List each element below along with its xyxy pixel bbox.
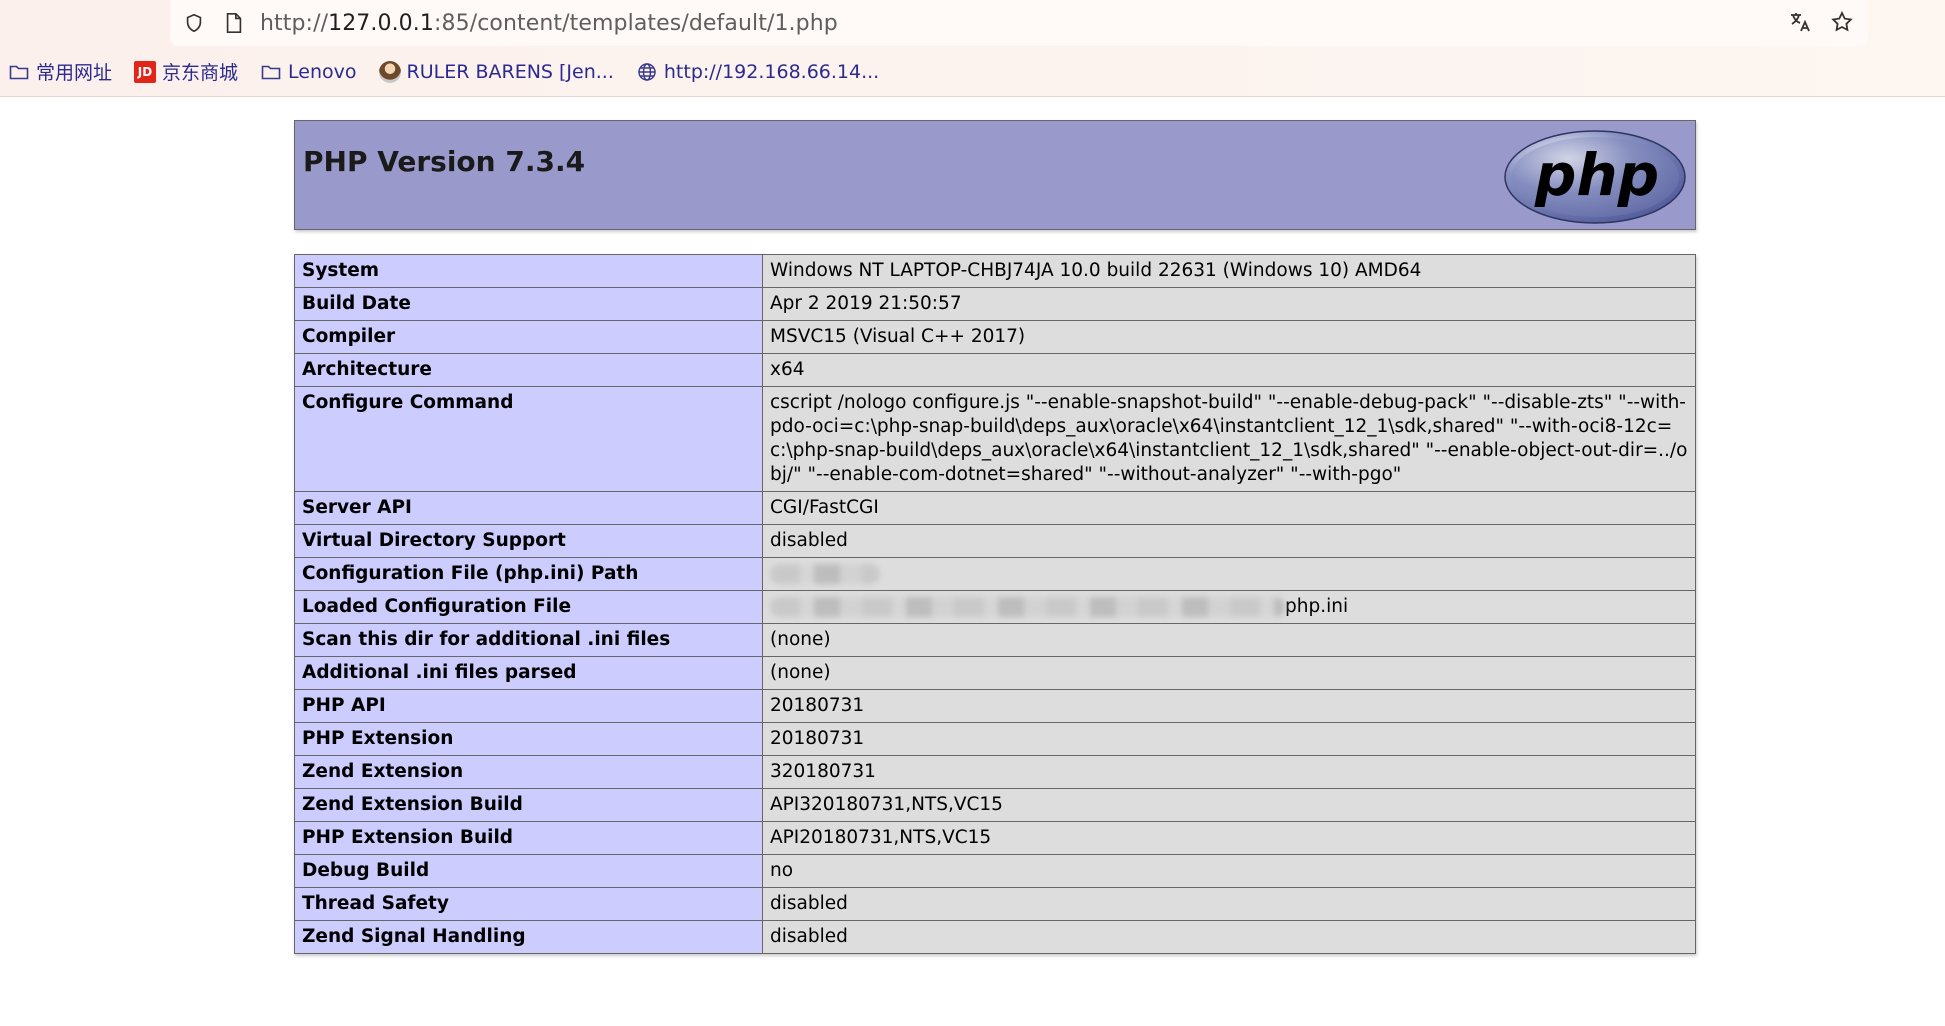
row-key: Server API bbox=[294, 491, 763, 525]
table-row: Build Date Apr 2 2019 21:50:57 bbox=[294, 287, 1696, 321]
shield-icon[interactable] bbox=[182, 11, 206, 35]
table-row: Loaded Configuration File php.ini bbox=[294, 590, 1696, 624]
row-value: CGI/FastCGI bbox=[762, 491, 1696, 525]
row-key: Zend Extension Build bbox=[294, 788, 763, 822]
row-value: API320180731,NTS,VC15 bbox=[762, 788, 1696, 822]
row-value: disabled bbox=[762, 887, 1696, 921]
table-row: Compiler MSVC15 (Visual C++ 2017) bbox=[294, 320, 1696, 354]
row-value: 20180731 bbox=[762, 722, 1696, 756]
row-key: Build Date bbox=[294, 287, 763, 321]
row-value: (none) bbox=[762, 623, 1696, 657]
bookmark-lenovo[interactable]: Lenovo bbox=[260, 61, 357, 83]
php-logo: php bbox=[1504, 130, 1686, 224]
page-icon bbox=[222, 11, 246, 35]
row-value: disabled bbox=[762, 920, 1696, 954]
bookmark-jd[interactable]: JD 京东商城 bbox=[134, 58, 238, 85]
table-row: PHP Extension Build API20180731,NTS,VC15 bbox=[294, 821, 1696, 855]
url-text[interactable]: http://127.0.0.1:85/content/templates/de… bbox=[260, 11, 838, 36]
row-key: Configuration File (php.ini) Path bbox=[294, 557, 763, 591]
row-key: Additional .ini files parsed bbox=[294, 656, 763, 690]
row-key: Debug Build bbox=[294, 854, 763, 888]
table-row: Architecture x64 bbox=[294, 353, 1696, 387]
folder-icon bbox=[260, 61, 282, 83]
php-header: PHP Version 7.3.4 php bbox=[294, 120, 1696, 230]
svg-text:php: php bbox=[1534, 141, 1659, 209]
table-row: Debug Build no bbox=[294, 854, 1696, 888]
row-value-text: php.ini bbox=[1285, 596, 1349, 617]
table-row: PHP API 20180731 bbox=[294, 689, 1696, 723]
row-key: Loaded Configuration File bbox=[294, 590, 763, 624]
row-key: PHP Extension Build bbox=[294, 821, 763, 855]
table-row: Zend Extension Build API320180731,NTS,VC1… bbox=[294, 788, 1696, 822]
star-icon[interactable] bbox=[1830, 10, 1854, 34]
bookmark-ip-address[interactable]: http://192.168.66.14... bbox=[636, 61, 879, 83]
row-value: no bbox=[762, 854, 1696, 888]
table-row: Virtual Directory Support disabled bbox=[294, 524, 1696, 558]
table-row: Additional .ini files parsed (none) bbox=[294, 656, 1696, 690]
table-row: Server API CGI/FastCGI bbox=[294, 491, 1696, 525]
row-value: x64 bbox=[762, 353, 1696, 387]
translate-icon[interactable] bbox=[1788, 10, 1812, 34]
row-key: Compiler bbox=[294, 320, 763, 354]
row-value: 20180731 bbox=[762, 689, 1696, 723]
table-row: PHP Extension 20180731 bbox=[294, 722, 1696, 756]
table-row: Zend Signal Handling disabled bbox=[294, 920, 1696, 954]
row-value: (none) bbox=[762, 656, 1696, 690]
row-key: Configure Command bbox=[294, 386, 763, 492]
row-key: Virtual Directory Support bbox=[294, 524, 763, 558]
row-key: Architecture bbox=[294, 353, 763, 387]
row-value: API20180731,NTS,VC15 bbox=[762, 821, 1696, 855]
row-key: PHP API bbox=[294, 689, 763, 723]
row-key: Scan this dir for additional .ini files bbox=[294, 623, 763, 657]
table-row: Thread Safety disabled bbox=[294, 887, 1696, 921]
table-row: Configuration File (php.ini) Path bbox=[294, 557, 1696, 591]
row-key: Zend Signal Handling bbox=[294, 920, 763, 954]
row-value: cscript /nologo configure.js "--enable-s… bbox=[762, 386, 1696, 492]
folder-icon bbox=[8, 61, 30, 83]
browser-chrome: http://127.0.0.1:85/content/templates/de… bbox=[0, 0, 1945, 97]
bookmark-common-sites[interactable]: 常用网址 bbox=[8, 58, 112, 85]
row-key: Zend Extension bbox=[294, 755, 763, 789]
jd-icon: JD bbox=[134, 60, 157, 83]
phpinfo-page: PHP Version 7.3.4 php System Windows NT L… bbox=[294, 120, 1696, 954]
table-row: System Windows NT LAPTOP-CHBJ74JA 10.0 bu… bbox=[294, 254, 1696, 288]
row-key: PHP Extension bbox=[294, 722, 763, 756]
row-value: 320180731 bbox=[762, 755, 1696, 789]
globe-icon bbox=[636, 61, 658, 83]
row-value: MSVC15 (Visual C++ 2017) bbox=[762, 320, 1696, 354]
redacted-mask bbox=[770, 564, 880, 584]
redacted-mask bbox=[770, 597, 1285, 617]
bookmarks-bar: 常用网址 JD 京东商城 Lenovo RULER BARENS [Jen...… bbox=[8, 58, 879, 85]
info-table: System Windows NT LAPTOP-CHBJ74JA 10.0 bu… bbox=[294, 254, 1696, 954]
bookmark-ruler-barens[interactable]: RULER BARENS [Jen... bbox=[378, 60, 614, 83]
row-value bbox=[762, 557, 1696, 591]
row-value: Windows NT LAPTOP-CHBJ74JA 10.0 build 22… bbox=[762, 254, 1696, 288]
row-key: System bbox=[294, 254, 763, 288]
row-value: disabled bbox=[762, 524, 1696, 558]
avatar-icon bbox=[378, 60, 401, 83]
row-value: php.ini bbox=[762, 590, 1696, 624]
page-title: PHP Version 7.3.4 bbox=[303, 145, 586, 178]
row-key: Thread Safety bbox=[294, 887, 763, 921]
table-row: Scan this dir for additional .ini files(… bbox=[294, 623, 1696, 657]
table-row: Zend Extension 320180731 bbox=[294, 755, 1696, 789]
table-row: Configure Command cscript /nologo configu… bbox=[294, 386, 1696, 492]
address-bar[interactable]: http://127.0.0.1:85/content/templates/de… bbox=[170, 0, 1868, 46]
row-value: Apr 2 2019 21:50:57 bbox=[762, 287, 1696, 321]
